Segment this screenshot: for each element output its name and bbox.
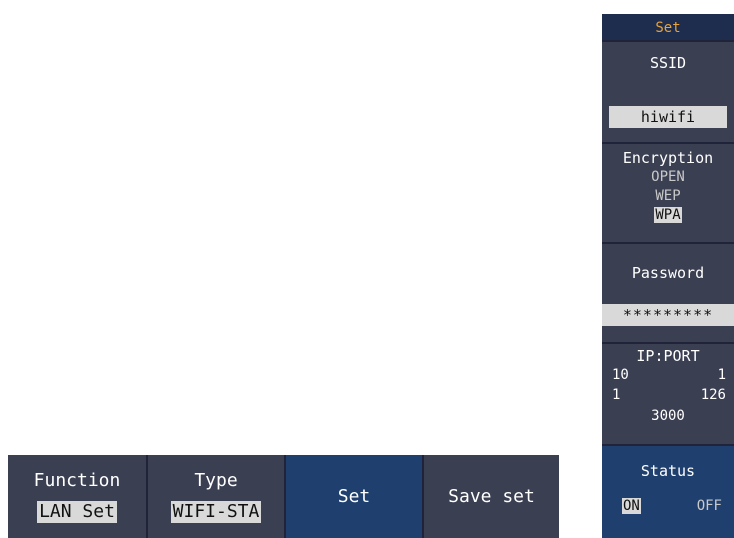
function-value: LAN Set	[37, 501, 117, 523]
ssid-section[interactable]: SSID hiwifi	[602, 40, 734, 142]
encryption-section[interactable]: Encryption OPEN WEP WPA	[602, 142, 734, 242]
menu-title: Set	[602, 14, 734, 40]
ssid-label: SSID	[649, 54, 687, 72]
save-set-softkey[interactable]: Save set	[422, 455, 559, 538]
save-set-label: Save set	[448, 486, 535, 507]
encryption-label: Encryption	[622, 149, 714, 167]
password-section[interactable]: Password *********	[602, 242, 734, 342]
encryption-option-wep[interactable]: WEP	[602, 187, 734, 206]
function-softkey[interactable]: Function LAN Set	[8, 455, 146, 538]
ip-octet-2[interactable]: 1	[718, 367, 726, 383]
ssid-field[interactable]: hiwifi	[609, 106, 727, 128]
password-label: Password	[631, 264, 705, 282]
password-field[interactable]: *********	[602, 304, 734, 326]
ip-port-label: IP:PORT	[636, 347, 700, 365]
encryption-option-open[interactable]: OPEN	[602, 168, 734, 187]
type-softkey[interactable]: Type WIFI-STA	[146, 455, 284, 538]
ip-octet-1[interactable]: 10	[612, 367, 629, 383]
status-off-option[interactable]: OFF	[697, 498, 722, 514]
port-value[interactable]: 3000	[602, 406, 734, 426]
set-label: Set	[337, 486, 371, 507]
set-softkey[interactable]: Set	[284, 455, 422, 538]
status-label: Status	[640, 462, 696, 480]
status-section[interactable]: Status ON OFF	[602, 444, 734, 538]
status-on-option[interactable]: ON	[622, 498, 641, 514]
ip-port-section[interactable]: IP:PORT 10 1 1 126 3000	[602, 342, 734, 444]
ip-octet-4[interactable]: 126	[701, 387, 726, 403]
type-label: Type	[194, 470, 238, 491]
type-value: WIFI-STA	[170, 501, 262, 523]
bottom-softkey-bar: Function LAN Set Type WIFI-STA Set Save …	[8, 455, 559, 538]
encryption-option-wpa[interactable]: WPA	[654, 207, 682, 223]
settings-side-menu: Set SSID hiwifi Encryption OPEN WEP WPA …	[602, 14, 734, 538]
function-label: Function	[33, 470, 121, 491]
ip-octet-3[interactable]: 1	[612, 387, 620, 403]
